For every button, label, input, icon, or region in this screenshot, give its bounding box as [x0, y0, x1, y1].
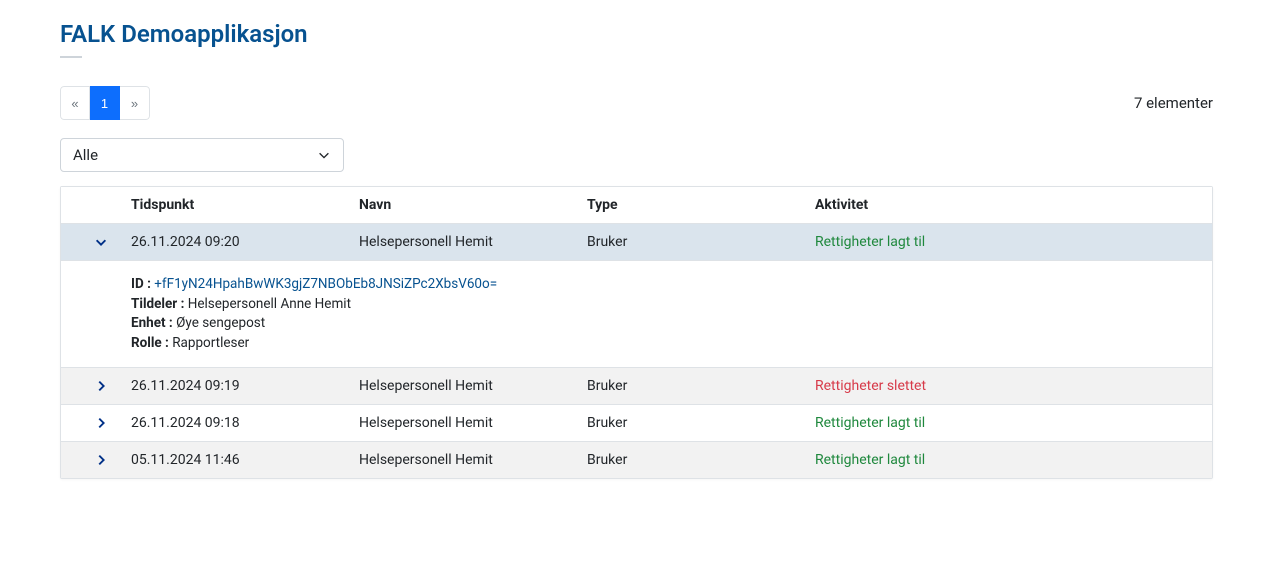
cell-navn: Helsepersonell Hemit [359, 234, 587, 250]
cell-aktivitet: Rettigheter lagt til [815, 234, 1202, 250]
filter-select-value: Alle [73, 146, 98, 164]
detail-enhet-label: Enhet : [131, 315, 173, 331]
header-navn: Navn [359, 197, 587, 213]
cell-aktivitet: Rettigheter slettet [815, 378, 1202, 394]
pagination-page-1-button[interactable]: 1 [90, 86, 120, 120]
expand-toggle[interactable] [71, 453, 131, 467]
title-underline [60, 56, 82, 58]
expand-toggle[interactable] [71, 416, 131, 430]
cell-aktivitet: Rettigheter lagt til [815, 415, 1202, 431]
expand-toggle[interactable] [71, 379, 131, 393]
cell-tidspunkt: 26.11.2024 09:20 [131, 234, 359, 250]
pagination-next-button[interactable]: » [120, 86, 150, 120]
row-expanded-detail: ID : +fF1yN24HpahBwWK3gjZ7NBObEb8JNSiZPc… [61, 260, 1212, 367]
detail-rolle-value: Rapportleser [172, 335, 249, 351]
chevron-down-icon [94, 235, 108, 249]
cell-navn: Helsepersonell Hemit [359, 378, 587, 394]
header-type: Type [587, 197, 815, 213]
cell-type: Bruker [587, 378, 815, 394]
pagination-prev-button[interactable]: « [60, 86, 90, 120]
chevron-right-icon [94, 416, 108, 430]
cell-type: Bruker [587, 234, 815, 250]
pagination: « 1 » [60, 86, 150, 120]
chevron-down-icon [317, 148, 331, 162]
header-tidspunkt: Tidspunkt [131, 197, 359, 213]
chevron-right-icon [94, 379, 108, 393]
expand-toggle[interactable] [71, 235, 131, 249]
header-aktivitet: Aktivitet [815, 197, 1202, 213]
table-row[interactable]: 26.11.2024 09:19 Helsepersonell Hemit Br… [61, 367, 1212, 404]
activity-table: Tidspunkt Navn Type Aktivitet 26.11.2024… [60, 186, 1213, 479]
detail-tildeler-value: Helsepersonell Anne Hemit [188, 296, 351, 312]
detail-enhet-value: Øye sengepost [176, 315, 265, 331]
cell-tidspunkt: 26.11.2024 09:19 [131, 378, 359, 394]
chevron-right-icon [94, 453, 108, 467]
table-row[interactable]: 05.11.2024 11:46 Helsepersonell Hemit Br… [61, 441, 1212, 478]
page-title: FALK Demoapplikasjon [60, 20, 1213, 48]
detail-id-value[interactable]: +fF1yN24HpahBwWK3gjZ7NBObEb8JNSiZPc2XbsV… [154, 276, 497, 292]
table-row[interactable]: 26.11.2024 09:20 Helsepersonell Hemit Br… [61, 223, 1212, 260]
cell-tidspunkt: 05.11.2024 11:46 [131, 452, 359, 468]
cell-tidspunkt: 26.11.2024 09:18 [131, 415, 359, 431]
cell-navn: Helsepersonell Hemit [359, 415, 587, 431]
cell-aktivitet: Rettigheter lagt til [815, 452, 1202, 468]
table-header-row: Tidspunkt Navn Type Aktivitet [61, 187, 1212, 223]
cell-type: Bruker [587, 415, 815, 431]
detail-rolle-label: Rolle : [131, 335, 169, 351]
cell-navn: Helsepersonell Hemit [359, 452, 587, 468]
element-count: 7 elementer [1134, 94, 1213, 112]
cell-type: Bruker [587, 452, 815, 468]
filter-select[interactable]: Alle [60, 138, 344, 172]
detail-id-label: ID : [131, 276, 151, 292]
table-row[interactable]: 26.11.2024 09:18 Helsepersonell Hemit Br… [61, 404, 1212, 441]
detail-tildeler-label: Tildeler : [131, 296, 184, 312]
